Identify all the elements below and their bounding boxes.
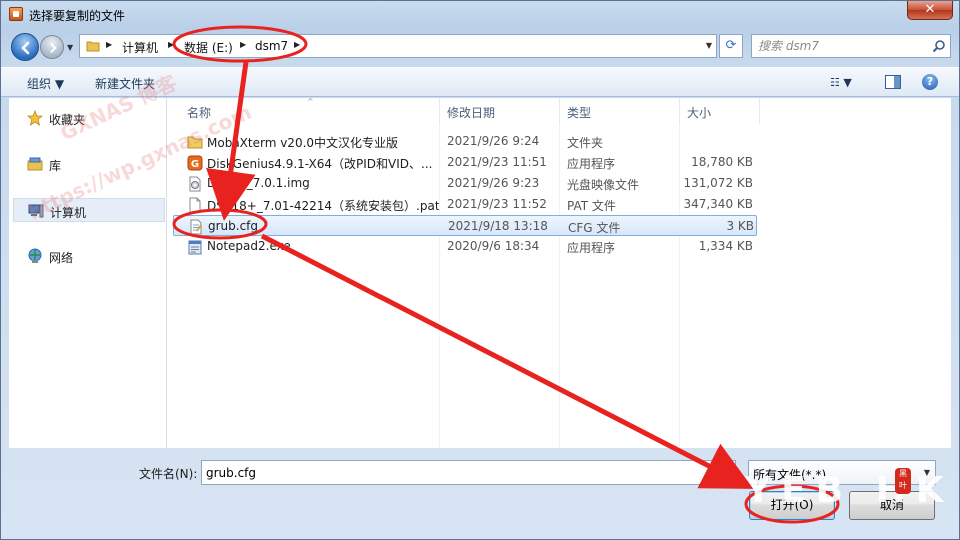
- sort-ascending-icon: ^: [307, 97, 314, 106]
- file-name: Notepad2.exe: [207, 239, 291, 253]
- chevron-right-icon[interactable]: ▶: [106, 40, 112, 49]
- back-button[interactable]: [11, 33, 39, 61]
- arrow-left-icon: [21, 41, 30, 55]
- file-list-header: ^ 名称 修改日期 类型 大小: [167, 97, 951, 124]
- open-button[interactable]: 打开(O): [749, 491, 835, 520]
- arrow-right-icon: [50, 43, 57, 53]
- chevron-down-icon: ▼: [923, 468, 930, 477]
- preview-pane-icon[interactable]: [885, 75, 901, 89]
- file-date: 2021/9/26 9:23: [447, 176, 540, 190]
- close-button[interactable]: ✕: [907, 1, 953, 20]
- column-header-size[interactable]: 大小: [687, 104, 711, 121]
- search-input[interactable]: [758, 38, 928, 54]
- breadcrumb-dsm7[interactable]: dsm7: [255, 39, 288, 53]
- navigation-pane: 收藏夹 库 计算机 网络: [9, 98, 167, 448]
- file-date: 2021/9/26 9:24: [447, 134, 540, 148]
- help-button[interactable]: ?: [922, 74, 938, 90]
- file-row-mobaxterm[interactable]: MobaXterm v20.0中文汉化专业版 2021/9/26 9:24 文件…: [173, 131, 757, 152]
- file-row-ds918-img[interactable]: DS918_7.0.1.img 2021/9/26 9:23 光盘映像文件 13…: [173, 173, 757, 194]
- file-type: 光盘映像文件: [567, 178, 640, 192]
- file-date: 2021/9/23 11:52: [447, 197, 547, 211]
- file-type: PAT 文件: [567, 199, 616, 213]
- nav-item-computer[interactable]: 计算机: [13, 198, 165, 222]
- file-type: 应用程序: [567, 157, 616, 171]
- config-file-icon: [190, 219, 202, 235]
- svg-text:G: G: [191, 159, 199, 170]
- computer-icon: [28, 204, 44, 218]
- filename-input[interactable]: [201, 460, 736, 485]
- chevron-right-icon[interactable]: ▶: [240, 40, 246, 49]
- organize-button[interactable]: 组织 ▼: [27, 75, 64, 92]
- filetype-select[interactable]: 所有文件(*.*) ▼: [748, 460, 936, 485]
- folder-icon: [86, 41, 100, 52]
- column-header-name[interactable]: 名称: [187, 104, 211, 121]
- search-box[interactable]: [751, 34, 951, 58]
- file-size: 347,340 KB: [683, 197, 753, 211]
- dialog-title: 选择要复制的文件: [29, 9, 126, 23]
- chevron-right-icon[interactable]: ▶: [168, 40, 174, 49]
- forward-button[interactable]: [40, 35, 64, 59]
- navigation-bar: ▼ ▶ 计算机 ▶ 数据 (E:) ▶ dsm7 ▶ ▼ ⟳: [1, 31, 959, 63]
- library-icon: [27, 157, 43, 171]
- file-type: 文件夹: [567, 136, 604, 150]
- file-size: 1,334 KB: [698, 239, 753, 253]
- command-bar: 组织 ▼ 新建文件夹 ☷ ▼ ?: [1, 67, 959, 97]
- blank-file-icon: [189, 197, 201, 213]
- file-row-diskgenius[interactable]: G DiskGenius4.9.1-X64（改PID和VID、... 2021/…: [173, 152, 757, 173]
- column-header-date[interactable]: 修改日期: [447, 104, 495, 121]
- filetype-selected-value: 所有文件(*.*): [753, 468, 827, 482]
- app-icon: [9, 7, 23, 21]
- new-folder-button[interactable]: 新建文件夹: [95, 75, 155, 92]
- file-date: 2021/9/23 11:51: [447, 155, 547, 169]
- nav-item-network[interactable]: 网络: [13, 244, 165, 268]
- diskgenius-app-icon: G: [187, 155, 203, 171]
- filename-label: 文件名(N):: [139, 467, 198, 481]
- column-divider[interactable]: [439, 98, 440, 124]
- address-history-dropdown[interactable]: ▼: [706, 41, 712, 50]
- disc-image-icon: [189, 176, 201, 192]
- file-name: MobaXterm v20.0中文汉化专业版: [207, 136, 399, 150]
- nav-item-label: 网络: [49, 251, 74, 265]
- file-date: 2021/9/18 13:18: [448, 219, 548, 233]
- file-open-dialog: 选择要复制的文件 ✕ ▼ ▶ 计算机 ▶ 数据 (E:) ▶ dsm7 ▶ ▼: [0, 0, 960, 540]
- file-size: 3 KB: [726, 219, 754, 233]
- file-list: ^ 名称 修改日期 类型 大小 MobaXterm v20.0中文汉化专业版 2…: [167, 97, 951, 448]
- file-name: grub.cfg: [208, 219, 259, 233]
- column-header-type[interactable]: 类型: [567, 104, 591, 121]
- file-row-notepad2[interactable]: Notepad2.exe 2020/9/6 18:34 应用程序 1,334 K…: [173, 236, 757, 257]
- refresh-button[interactable]: ⟳: [719, 34, 743, 58]
- file-type: 应用程序: [567, 241, 616, 255]
- column-divider[interactable]: [559, 98, 560, 124]
- file-row-grub-cfg[interactable]: grub.cfg 2021/9/18 13:18 CFG 文件 3 KB: [173, 215, 757, 236]
- file-size: 131,072 KB: [683, 176, 753, 190]
- star-icon: [27, 110, 43, 126]
- folder-icon: [187, 136, 203, 149]
- address-bar[interactable]: ▶ 计算机 ▶ 数据 (E:) ▶ dsm7 ▶ ▼: [79, 34, 717, 58]
- view-options-button[interactable]: ☷ ▼: [830, 76, 852, 89]
- column-divider[interactable]: [679, 98, 680, 124]
- file-name: DiskGenius4.9.1-X64（改PID和VID、...: [207, 157, 433, 171]
- nav-item-label: 计算机: [50, 206, 87, 220]
- file-date: 2020/9/6 18:34: [447, 239, 540, 253]
- nav-item-favorites[interactable]: 收藏夹: [13, 106, 165, 130]
- file-name: DS918+_7.01-42214（系统安装包）.pat: [207, 199, 439, 213]
- notepad-app-icon: [188, 240, 202, 255]
- search-icon[interactable]: [932, 39, 946, 53]
- file-type: CFG 文件: [568, 221, 621, 235]
- breadcrumb-computer[interactable]: 计算机: [122, 39, 158, 56]
- nav-item-libraries[interactable]: 库: [13, 152, 165, 176]
- file-size: 18,780 KB: [691, 155, 753, 169]
- column-divider[interactable]: [759, 98, 760, 124]
- recent-locations-dropdown[interactable]: ▼: [67, 43, 73, 52]
- file-row-ds918-pat[interactable]: DS918+_7.01-42214（系统安装包）.pat 2021/9/23 1…: [173, 194, 757, 215]
- breadcrumb-drive-e[interactable]: 数据 (E:): [184, 39, 233, 56]
- title-bar: 选择要复制的文件 ✕: [1, 1, 959, 29]
- nav-item-label: 库: [49, 159, 62, 173]
- chevron-right-icon[interactable]: ▶: [294, 40, 300, 49]
- nav-item-label: 收藏夹: [49, 113, 86, 127]
- cancel-button[interactable]: 取消: [849, 491, 935, 520]
- file-name: DS918_7.0.1.img: [207, 176, 310, 190]
- refresh-icon: ⟳: [725, 38, 737, 53]
- network-icon: [28, 248, 42, 263]
